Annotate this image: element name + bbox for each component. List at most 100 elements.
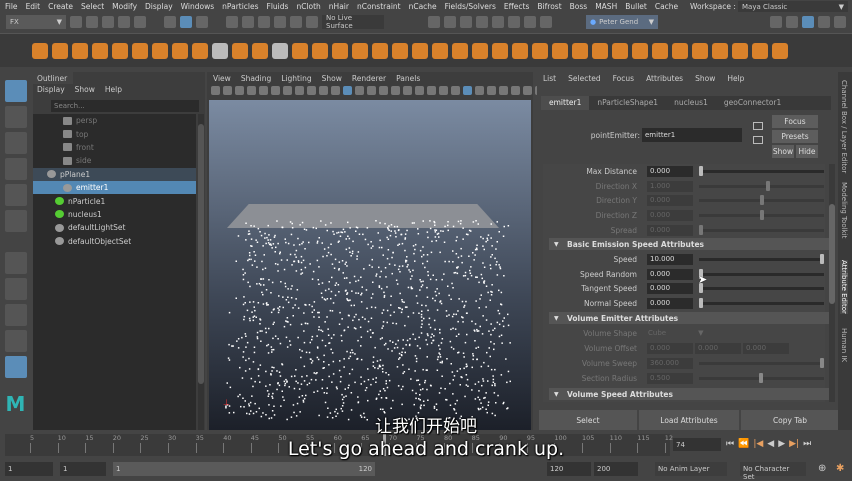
outliner-search-input[interactable]: Search... <box>51 100 199 112</box>
shelf-tool-icon[interactable] <box>492 42 508 59</box>
outliner-item[interactable]: pPlane1 <box>33 167 196 181</box>
volume-offset-y-field[interactable]: 0.000 <box>695 343 741 354</box>
outliner-item[interactable]: top <box>33 127 196 140</box>
outliner-tab[interactable]: Outliner <box>33 72 73 84</box>
menu-create[interactable]: Create <box>48 2 73 11</box>
hypershade-icon[interactable] <box>492 16 504 28</box>
viewport-tool-icon[interactable] <box>487 86 496 95</box>
human-ik-icon[interactable] <box>786 16 798 28</box>
menu-nconstraint[interactable]: nConstraint <box>357 2 401 11</box>
shelf-tool-icon[interactable] <box>172 42 188 59</box>
ae-menu-attributes[interactable]: Attributes <box>646 74 683 83</box>
menu-fluids[interactable]: Fluids <box>267 2 289 11</box>
volume-sweep-slider[interactable] <box>699 358 824 368</box>
two-pane-layout-icon[interactable] <box>4 330 27 352</box>
slider-handle[interactable] <box>699 298 703 309</box>
ae-tab-emitter1[interactable]: emitter1 <box>541 96 590 110</box>
viewport-tool-icon[interactable] <box>271 86 280 95</box>
shelf-tool-icon[interactable] <box>672 42 688 59</box>
shelf-tool-icon[interactable] <box>392 42 408 59</box>
shelf-tool-icon[interactable] <box>472 42 488 59</box>
ae-menu-show[interactable]: Show <box>695 74 715 83</box>
menu-nparticles[interactable]: nParticles <box>222 2 258 11</box>
attr-value-field[interactable]: 10.000 <box>647 254 693 265</box>
shelf-tool-icon[interactable] <box>352 42 368 59</box>
shelf-tool-icon[interactable] <box>632 42 648 59</box>
outliner-item[interactable]: persp <box>33 114 196 127</box>
viewport-tool-icon[interactable] <box>223 86 232 95</box>
single-perspective-layout-icon[interactable] <box>4 278 27 300</box>
shelf-tool-icon[interactable] <box>552 42 568 59</box>
ae-menu-selected[interactable]: Selected <box>568 74 601 83</box>
outliner-item[interactable]: front <box>33 141 196 154</box>
shelf-tool-icon[interactable] <box>592 42 608 59</box>
snap-live-icon[interactable] <box>306 16 318 28</box>
viewport-tool-icon[interactable] <box>355 86 364 95</box>
save-scene-icon[interactable] <box>102 16 114 28</box>
rotate-tool-icon[interactable] <box>4 184 27 206</box>
viewport-tool-icon[interactable] <box>235 86 244 95</box>
viewport-tool-icon[interactable] <box>259 86 268 95</box>
shelf-tool-icon[interactable] <box>412 42 428 59</box>
menu-file[interactable]: File <box>5 2 18 11</box>
ae-tab-nucleus1[interactable]: nucleus1 <box>666 96 716 110</box>
viewport-tool-icon[interactable] <box>475 86 484 95</box>
attr-slider[interactable] <box>699 166 824 176</box>
shelf-tool-icon[interactable] <box>652 42 668 59</box>
hide-button[interactable]: Hide <box>796 145 818 158</box>
menu-bifrost[interactable]: Bifrost <box>537 2 561 11</box>
shelf-tool-icon[interactable] <box>212 42 228 59</box>
shelf-tool-icon[interactable] <box>532 42 548 59</box>
undo-icon[interactable] <box>118 16 130 28</box>
viewport-menu-shading[interactable]: Shading <box>241 74 271 83</box>
attr-slider[interactable] <box>699 298 824 309</box>
shelf-tool-icon[interactable] <box>312 42 328 59</box>
shelf-tool-icon[interactable] <box>252 42 268 59</box>
slider-handle[interactable] <box>699 224 703 235</box>
outliner-menu-display[interactable]: Display <box>37 85 65 94</box>
menu-bullet[interactable]: Bullet <box>625 2 647 11</box>
slider-handle[interactable] <box>759 210 764 221</box>
viewport-menu-renderer[interactable]: Renderer <box>352 74 386 83</box>
tab-modeling-toolkit[interactable]: Modeling Toolkit <box>840 182 848 238</box>
shelf-tool-icon[interactable] <box>292 42 308 59</box>
menu-cache[interactable]: Cache <box>655 2 678 11</box>
viewport-tool-icon[interactable] <box>367 86 376 95</box>
attribute-editor-icon[interactable] <box>802 16 814 28</box>
viewport-menu-view[interactable]: View <box>213 74 231 83</box>
shelf-tool-icon[interactable] <box>432 42 448 59</box>
shelf-tool-icon[interactable] <box>72 42 88 59</box>
viewport-tool-icon[interactable] <box>331 86 340 95</box>
ae-tab-geoconnector1[interactable]: geoConnector1 <box>716 96 789 110</box>
outliner-item[interactable]: nucleus1 <box>33 208 196 221</box>
viewport-tool-icon[interactable] <box>427 86 436 95</box>
end-time-field[interactable]: 200 <box>594 462 638 476</box>
snap-surface-icon[interactable] <box>290 16 302 28</box>
shelf-tool-icon[interactable] <box>452 42 468 59</box>
viewport-tool-icon[interactable] <box>295 86 304 95</box>
viewport-tool-icon[interactable] <box>523 86 532 95</box>
attr-slider[interactable] <box>699 180 824 191</box>
outliner-item[interactable]: side <box>33 154 196 167</box>
viewport-tool-icon[interactable] <box>451 86 460 95</box>
snap-grid-icon[interactable] <box>226 16 238 28</box>
attr-slider[interactable] <box>699 283 824 294</box>
shelf-tool-icon[interactable] <box>132 42 148 59</box>
shelf-tool-icon[interactable] <box>572 42 588 59</box>
shelf-tool-icon[interactable] <box>772 42 788 59</box>
shelf-tool-icon[interactable] <box>32 42 48 59</box>
menu-display[interactable]: Display <box>145 2 173 11</box>
viewport-tool-icon[interactable] <box>439 86 448 95</box>
workspace-dropdown[interactable]: Maya Classic ▼ <box>738 1 848 12</box>
outliner-item[interactable]: emitter1 <box>33 180 196 195</box>
menu-select[interactable]: Select <box>81 2 104 11</box>
slider-handle[interactable] <box>759 195 764 206</box>
viewport-tool-icon[interactable] <box>463 86 472 95</box>
slider-handle[interactable] <box>699 166 703 176</box>
volume-offset-z-field[interactable]: 0.000 <box>743 343 789 354</box>
attr-slider[interactable] <box>699 268 824 279</box>
shelf-tool-icon[interactable] <box>712 42 728 59</box>
presets-button[interactable]: Presets <box>772 130 818 143</box>
playback-end-field[interactable]: 120 <box>547 462 591 476</box>
snap-point-icon[interactable] <box>258 16 270 28</box>
